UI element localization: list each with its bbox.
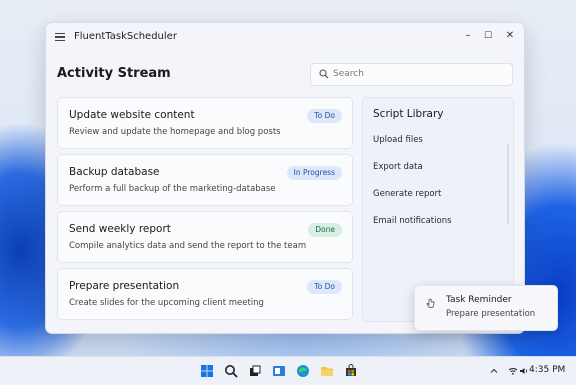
maximize-button[interactable]: ☐	[478, 27, 498, 45]
task-card[interactable]: Backup database In Progress Perform a fu…	[57, 154, 353, 206]
task-view-icon[interactable]	[248, 364, 262, 378]
store-icon[interactable]	[344, 364, 358, 378]
task-description: Compile analytics data and send the repo…	[69, 241, 307, 251]
search-icon[interactable]	[224, 364, 238, 378]
edge-browser-icon[interactable]	[296, 364, 310, 378]
minimize-button[interactable]: –	[458, 27, 478, 45]
notification-body: Prepare presentation	[446, 309, 536, 319]
search-input[interactable]	[333, 66, 503, 81]
status-badge: To Do	[307, 109, 342, 123]
search-icon	[319, 69, 329, 79]
scrollbar[interactable]	[507, 144, 509, 224]
script-item-generate-report[interactable]: Generate report	[373, 189, 441, 199]
volume-icon[interactable]	[519, 366, 529, 376]
file-explorer-icon[interactable]	[320, 364, 334, 378]
windows-start-icon[interactable]	[200, 364, 214, 378]
task-title: Prepare presentation	[69, 280, 180, 292]
script-item-email-notifications[interactable]: Email notifications	[373, 216, 452, 226]
script-item-export-data[interactable]: Export data	[373, 162, 423, 172]
task-card[interactable]: Prepare presentation To Do Create slides…	[57, 268, 353, 320]
search-box[interactable]	[310, 63, 513, 86]
task-card[interactable]: Send weekly report Done Compile analytic…	[57, 211, 353, 263]
notification-title: Task Reminder	[446, 295, 512, 305]
script-item-upload-files[interactable]: Upload files	[373, 135, 423, 145]
page-title: Activity Stream	[57, 66, 171, 81]
task-description: Perform a full backup of the marketing-d…	[69, 184, 276, 194]
status-badge: In Progress	[286, 166, 342, 180]
task-title: Backup database	[69, 166, 160, 178]
chevron-up-icon[interactable]	[489, 366, 499, 376]
widgets-icon[interactable]	[272, 364, 286, 378]
app-title: FluentTaskScheduler	[74, 31, 177, 42]
wifi-icon[interactable]	[508, 366, 518, 376]
status-badge: To Do	[307, 280, 342, 294]
title-bar: FluentTaskScheduler – ☐ ✕	[46, 23, 524, 51]
hamburger-menu-icon[interactable]	[55, 33, 65, 42]
hand-pointer-icon	[426, 298, 435, 308]
taskbar-clock[interactable]: 4:35 PM	[529, 365, 565, 375]
status-badge: Done	[308, 223, 342, 237]
task-title: Update website content	[69, 109, 195, 121]
taskbar: 4:35 PM	[0, 356, 576, 385]
task-description: Create slides for the upcoming client me…	[69, 298, 264, 308]
notification-toast[interactable]: Task Reminder Prepare presentation	[414, 285, 558, 331]
close-button[interactable]: ✕	[500, 27, 520, 45]
script-library-title: Script Library	[373, 108, 444, 120]
task-card[interactable]: Update website content To Do Review and …	[57, 97, 353, 149]
task-description: Review and update the homepage and blog …	[69, 127, 281, 137]
task-title: Send weekly report	[69, 223, 171, 235]
